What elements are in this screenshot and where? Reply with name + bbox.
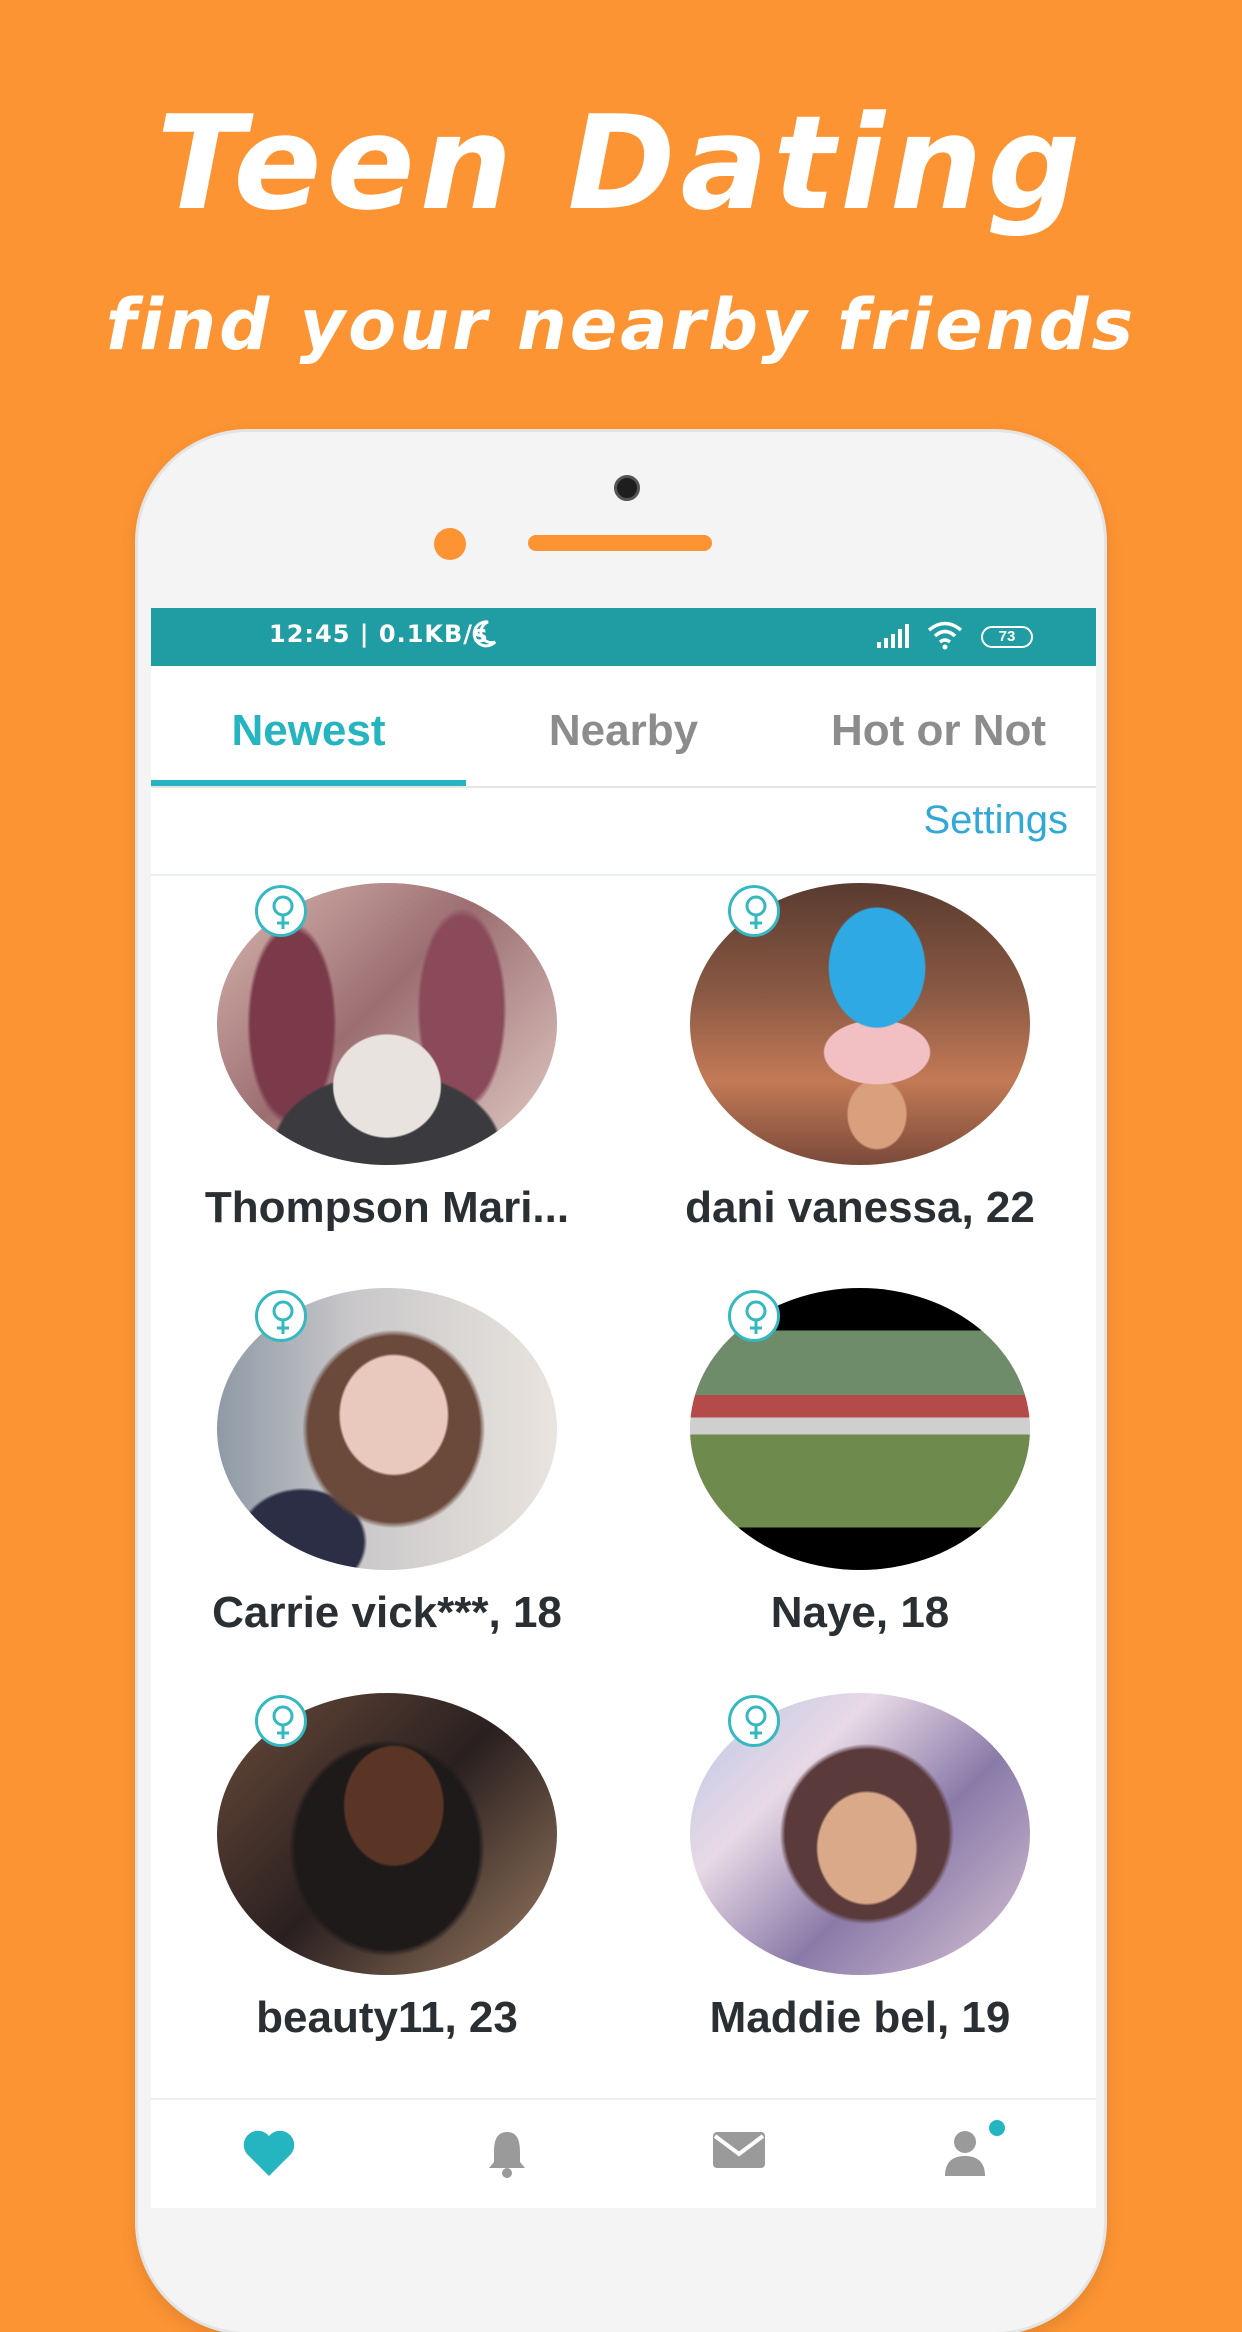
battery-indicator: 73 <box>981 626 1033 648</box>
tab-newest[interactable]: Newest <box>151 666 466 786</box>
female-gender-icon <box>255 885 307 937</box>
moon-icon <box>472 620 497 648</box>
active-tab-indicator <box>151 780 466 786</box>
profile-card[interactable]: dani vanessa, 22 <box>624 883 1096 1288</box>
profile-card[interactable]: Naye, 18 <box>624 1288 1096 1693</box>
female-gender-icon <box>255 1695 307 1747</box>
status-bar: 12:45 | 0.1KB/s 73 <box>151 608 1096 666</box>
wifi-icon <box>927 621 963 650</box>
tab-bar: Newest Nearby Hot or Not <box>151 666 1096 788</box>
tab-nearby[interactable]: Nearby <box>466 666 781 786</box>
tab-hot-or-not[interactable]: Hot or Not <box>781 666 1096 786</box>
front-camera <box>614 475 640 501</box>
profile-card[interactable]: Maddie bel, 19 <box>624 1693 1096 2098</box>
female-gender-icon <box>728 885 780 937</box>
profile-name: Maddie bel, 19 <box>709 1993 1011 2042</box>
bell-icon[interactable] <box>485 2128 529 2178</box>
proximity-sensor <box>434 528 466 560</box>
profile-name: beauty11, 23 <box>256 1993 518 2042</box>
profile-name: Carrie vick***, 18 <box>212 1588 562 1637</box>
status-time: 12:45 | 0.1KB/s <box>269 620 489 648</box>
profile-name: Thompson Mari... <box>204 1183 570 1232</box>
female-gender-icon <box>255 1290 307 1342</box>
profile-icon[interactable] <box>943 2128 987 2178</box>
heart-icon[interactable] <box>241 2128 297 2178</box>
bottom-navigation <box>151 2098 1096 2208</box>
divider <box>151 874 1096 876</box>
profile-card[interactable]: Thompson Mari... <box>151 883 623 1288</box>
signal-icon <box>877 624 909 648</box>
earpiece-speaker <box>528 535 712 551</box>
promo-subline: find your nearby friends <box>105 284 1137 366</box>
female-gender-icon <box>728 1290 780 1342</box>
female-gender-icon <box>728 1695 780 1747</box>
settings-link[interactable]: Settings <box>923 798 1068 843</box>
notification-dot <box>989 2120 1005 2136</box>
profile-name: dani vanessa, 22 <box>685 1183 1035 1232</box>
mail-icon[interactable] <box>711 2128 767 2172</box>
profile-card[interactable]: beauty11, 23 <box>151 1693 623 2098</box>
promo-headline: Teen Dating <box>156 87 1086 239</box>
profile-card[interactable]: Carrie vick***, 18 <box>151 1288 623 1693</box>
phone-screen: 12:45 | 0.1KB/s 73 Newest Nearby Hot or … <box>151 608 1096 2208</box>
profile-name: Naye, 18 <box>770 1588 950 1637</box>
